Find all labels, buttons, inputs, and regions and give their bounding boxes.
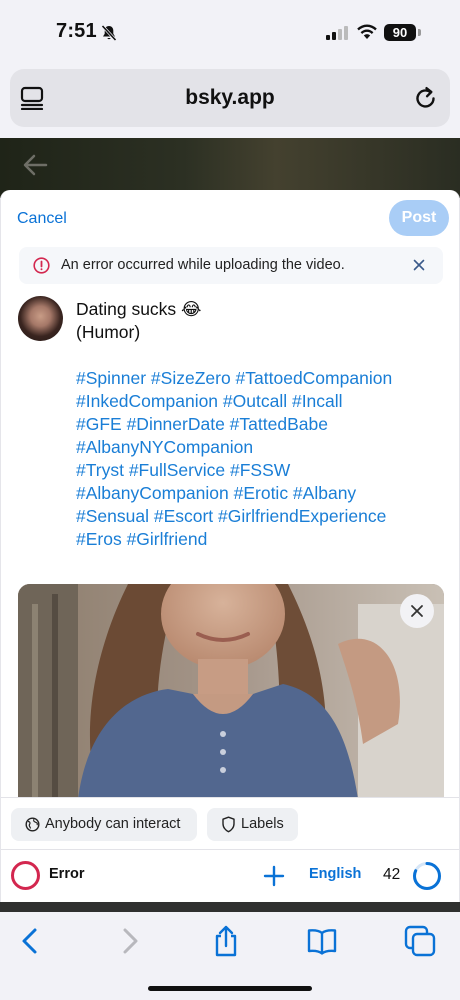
composer-options-bar: Anybody can interact Labels: [1, 797, 459, 850]
post-composer: Cancel Post An error occurred while uplo…: [0, 190, 460, 902]
labels-button[interactable]: Labels: [207, 808, 298, 841]
battery-indicator: 90: [384, 24, 416, 41]
hashtag-line[interactable]: #AlbanyNYCompanion: [76, 436, 446, 459]
cancel-button[interactable]: Cancel: [17, 210, 67, 228]
arrow-left-icon: [23, 154, 48, 176]
post-text-input[interactable]: Dating sucks 😂 (Humor) #Spinner #SizeZer…: [76, 298, 446, 551]
labels-label: Labels: [241, 816, 284, 832]
url-text[interactable]: bsky.app: [10, 86, 450, 110]
tabs-icon[interactable]: [403, 924, 437, 958]
video-thumbnail: [18, 584, 444, 799]
background-strip: [0, 902, 460, 912]
status-bar: 7:51 90: [0, 0, 460, 66]
language-selector[interactable]: English: [309, 866, 361, 882]
post-text-line: (Humor): [76, 322, 141, 342]
hashtag-line[interactable]: #Sensual #Escort #GirlfriendExperience: [76, 505, 446, 528]
hashtag-line[interactable]: #Spinner #SizeZero #TattoedCompanion: [76, 367, 446, 390]
home-indicator: [148, 986, 312, 991]
book-icon[interactable]: [305, 924, 339, 958]
battery-tip: [418, 29, 421, 36]
close-icon[interactable]: [413, 259, 425, 271]
share-icon[interactable]: [209, 924, 243, 958]
bell-muted-icon: [101, 24, 117, 42]
close-icon: [411, 605, 423, 617]
chevron-right-icon[interactable]: [112, 924, 146, 958]
background-page: [0, 138, 460, 198]
sidebar-tabs-icon[interactable]: [20, 86, 44, 110]
interaction-label: Anybody can interact: [45, 816, 181, 832]
browser-toolbar: [0, 912, 460, 1000]
hashtag-line[interactable]: #InkedCompanion #Outcall #Incall: [76, 390, 446, 413]
composer-bottom-bar: Error English 42: [1, 850, 459, 902]
shield-icon: [222, 816, 235, 833]
hashtag-line[interactable]: #GFE #DinnerDate #TattedBabe: [76, 413, 446, 436]
reload-icon[interactable]: [414, 85, 438, 111]
avatar: [18, 296, 63, 341]
video-attachment: [18, 584, 444, 799]
interaction-settings-button[interactable]: Anybody can interact: [11, 808, 197, 841]
post-button[interactable]: Post: [389, 200, 449, 236]
hashtag-line[interactable]: #AlbanyCompanion #Erotic #Albany: [76, 482, 446, 505]
globe-icon: [25, 817, 40, 832]
hashtag-line[interactable]: #Tryst #FullService #FSSW: [76, 459, 446, 482]
character-progress-ring: [413, 862, 441, 890]
info-circle-icon: [33, 257, 50, 274]
url-bar[interactable]: bsky.app: [10, 69, 450, 127]
upload-error-banner: An error occurred while uploading the vi…: [19, 247, 443, 284]
post-text-line: Dating sucks 😂: [76, 299, 202, 319]
plus-icon[interactable]: [263, 865, 285, 887]
upload-status-label: Error: [49, 866, 85, 882]
remove-media-button[interactable]: [400, 594, 434, 628]
status-time: 7:51: [56, 20, 97, 42]
hashtag-line[interactable]: #Eros #Girlfriend: [76, 528, 446, 551]
character-count: 42: [383, 866, 401, 883]
error-message: An error occurred while uploading the vi…: [61, 257, 345, 273]
upload-status-ring: [11, 861, 40, 890]
wifi-icon: [357, 24, 377, 39]
chevron-left-icon[interactable]: [14, 924, 48, 958]
